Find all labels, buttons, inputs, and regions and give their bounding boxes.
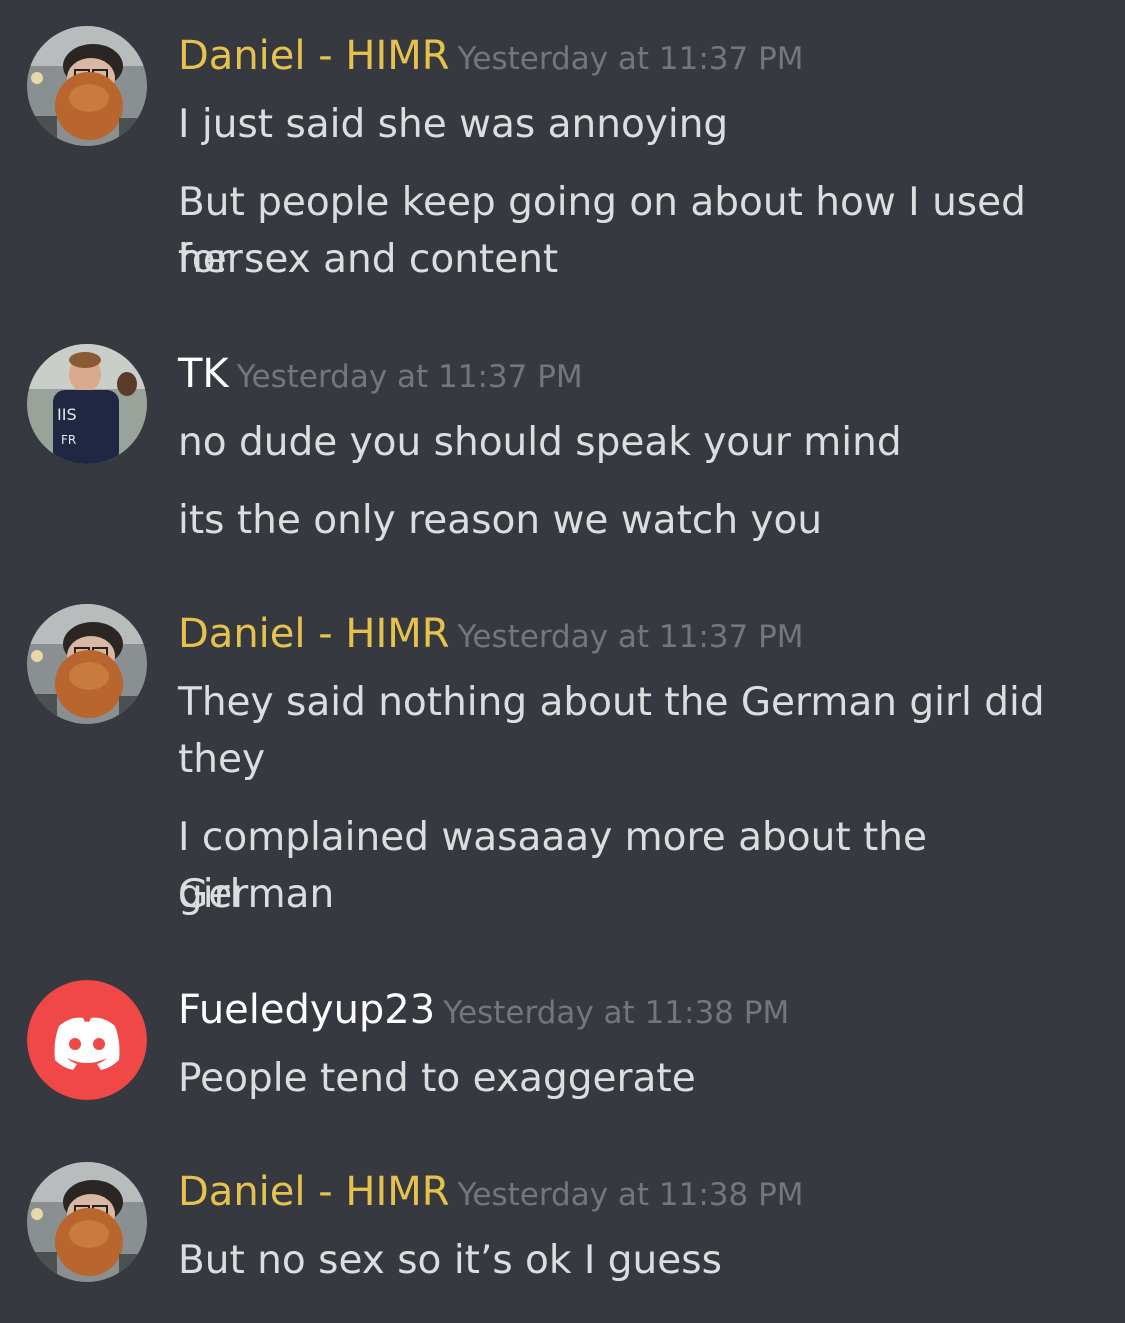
message-header: Daniel - HIMR Yesterday at 11:37 PM xyxy=(178,32,804,80)
message-header: TK Yesterday at 11:37 PM xyxy=(178,350,583,398)
svg-text:FR: FR xyxy=(61,433,76,447)
message-header: Fueledyup23 Yesterday at 11:38 PM xyxy=(178,986,789,1034)
username[interactable]: Fueledyup23 xyxy=(178,987,435,1033)
message-header: Daniel - HIMR Yesterday at 11:37 PM xyxy=(178,610,804,658)
timestamp: Yesterday at 11:38 PM xyxy=(457,1177,804,1213)
discord-default-avatar[interactable] xyxy=(27,980,147,1100)
username[interactable]: TK xyxy=(178,351,229,397)
bearded-man-avatar[interactable] xyxy=(27,26,147,146)
timestamp: Yesterday at 11:37 PM xyxy=(236,359,583,395)
message-text: People tend to exaggerate xyxy=(178,1056,696,1101)
username[interactable]: Daniel - HIMR xyxy=(178,611,450,657)
discord-logo-icon xyxy=(54,1017,120,1070)
message-text: they xyxy=(178,737,266,782)
message-text: But no sex so it’s ok I guess xyxy=(178,1238,722,1283)
timestamp: Yesterday at 11:38 PM xyxy=(443,995,790,1031)
message-text: for sex and content xyxy=(178,237,559,282)
bearded-man-avatar[interactable] xyxy=(27,1162,147,1282)
message-text: girl xyxy=(178,872,241,917)
message-text: no dude you should speak your mind xyxy=(178,420,902,465)
timestamp: Yesterday at 11:37 PM xyxy=(457,41,804,77)
chat-log: Daniel - HIMR Yesterday at 11:37 PM I jus… xyxy=(0,0,1125,1323)
svg-text:IIS: IIS xyxy=(57,405,77,424)
username[interactable]: Daniel - HIMR xyxy=(178,33,450,79)
timestamp: Yesterday at 11:37 PM xyxy=(457,619,804,655)
child-photo-avatar[interactable]: IIS FR xyxy=(27,344,147,464)
username[interactable]: Daniel - HIMR xyxy=(178,1169,450,1215)
bearded-man-avatar[interactable] xyxy=(27,604,147,724)
message-text: They said nothing about the German girl … xyxy=(178,680,1045,725)
message-text: its the only reason we watch you xyxy=(178,498,823,543)
message-text: I just said she was annoying xyxy=(178,102,729,147)
message-header: Daniel - HIMR Yesterday at 11:38 PM xyxy=(178,1168,804,1216)
